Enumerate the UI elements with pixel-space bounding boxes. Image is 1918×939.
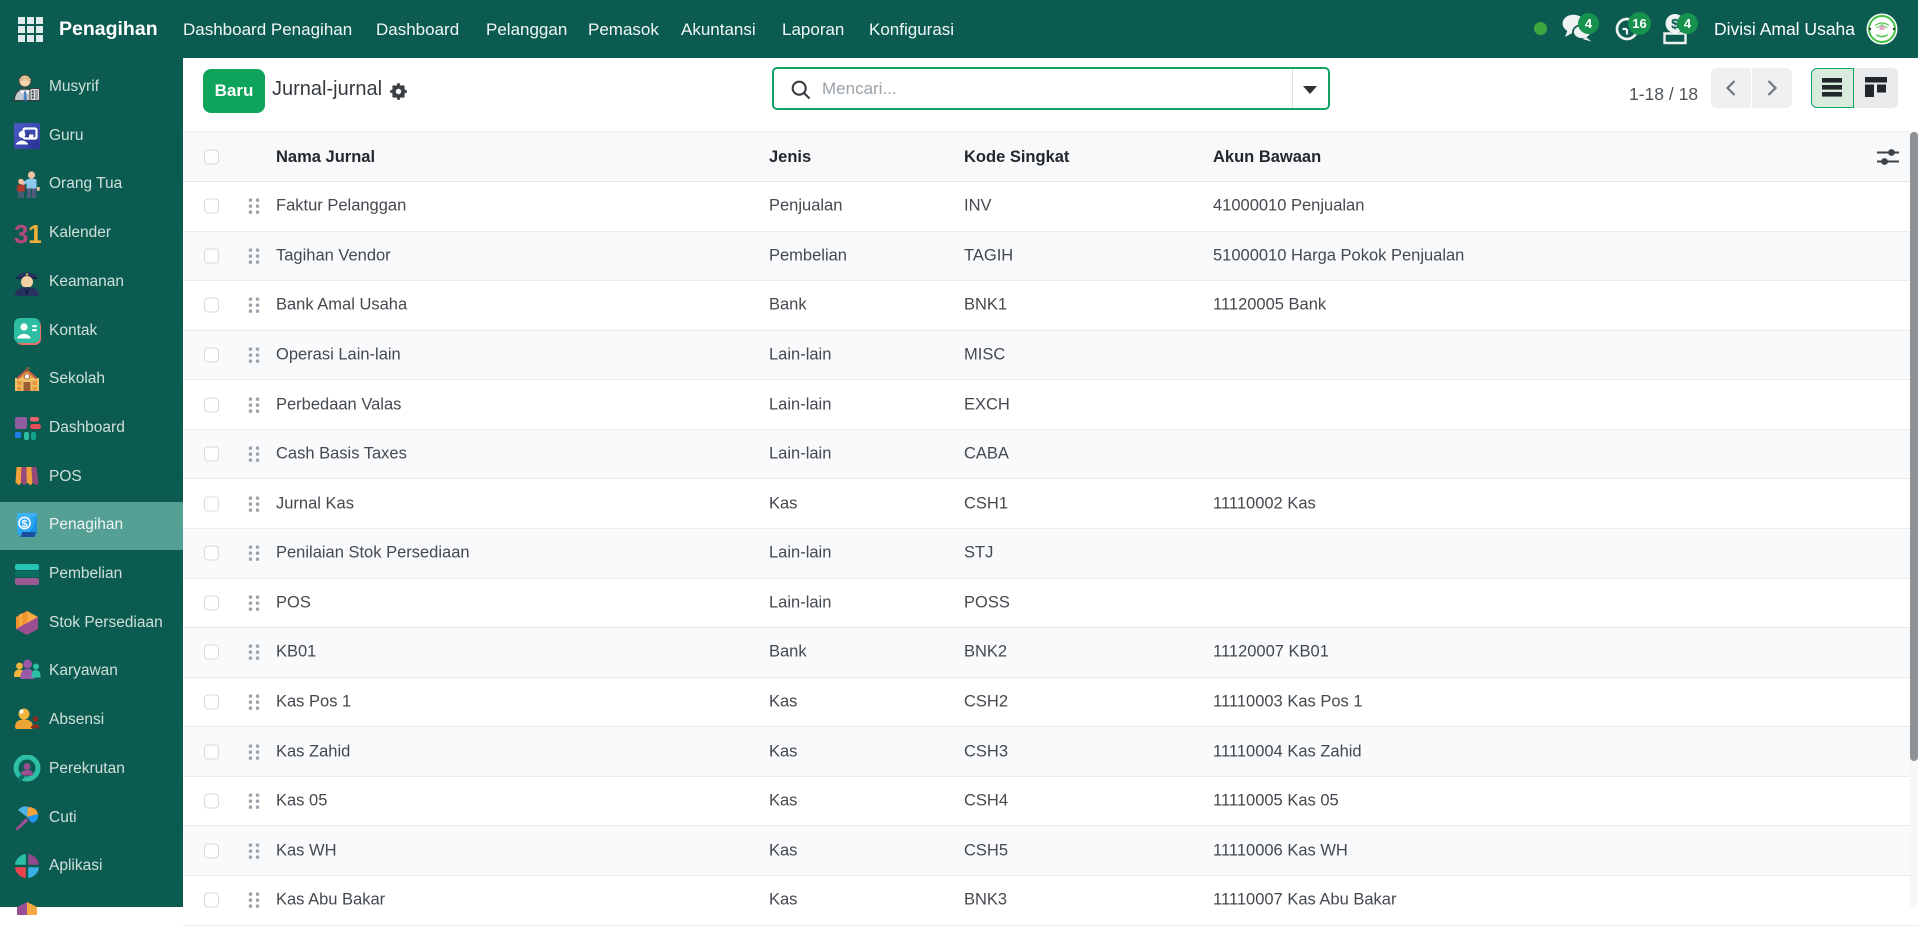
svg-text:3: 3 [14, 219, 28, 247]
svg-text:$: $ [22, 518, 28, 530]
svg-text:1: 1 [28, 219, 41, 247]
